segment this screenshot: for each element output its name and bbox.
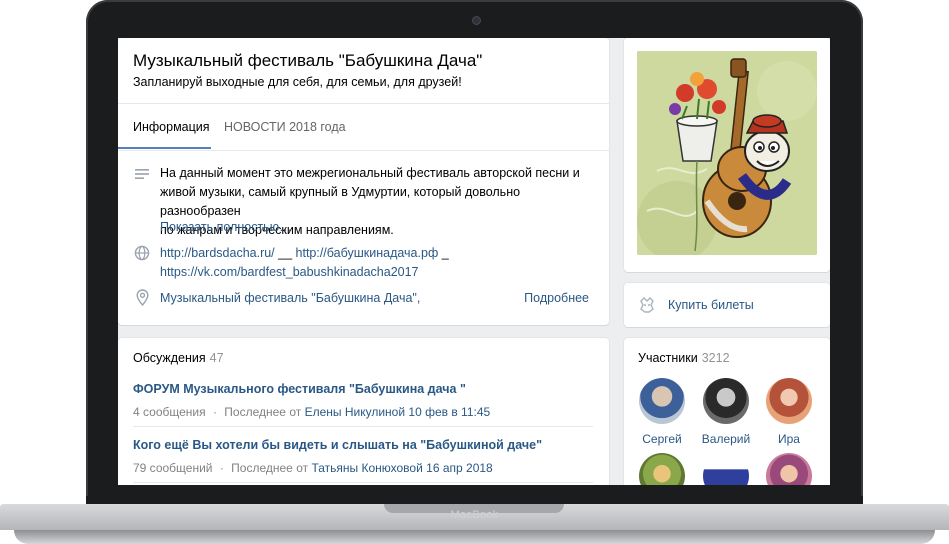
member-item[interactable]: [696, 453, 756, 485]
avatar: [766, 453, 812, 485]
avatar: [766, 378, 812, 424]
group-title: Музыкальный фестиваль "Бабушкина Дача": [133, 51, 483, 70]
last-post-prefix: Последнее от: [224, 405, 302, 419]
website-link-bardsdacha[interactable]: http://bardsdacha.ru/: [160, 246, 275, 260]
group-status: Запланируй выходные для себя, для семьи,…: [133, 75, 462, 89]
list-item: ФОРУМ Музыкального фестиваля "Бабушкина …: [133, 382, 593, 419]
website-links: http://bardsdacha.ru/ __ http://бабушкин…: [160, 244, 460, 282]
member-name: Ира: [778, 432, 800, 446]
avatar: [703, 378, 749, 424]
topic-title[interactable]: Кого ещё Вы хотели бы видеть и слышать н…: [133, 438, 593, 452]
members-card: Участники 3212 Сергей Валерий Ира: [624, 338, 830, 485]
vk-link[interactable]: https://vk.com/bardfest_babushkinadacha2…: [160, 265, 419, 279]
topic-posts-count: 4 сообщения: [133, 405, 206, 419]
meta-dot: ·: [219, 461, 224, 475]
topic-title[interactable]: ФОРУМ Музыкального фестиваля "Бабушкина …: [133, 382, 593, 396]
group-photo-illustration: [637, 51, 817, 255]
member-item[interactable]: Ира: [759, 378, 819, 446]
meta-dot: ·: [212, 405, 217, 419]
members-title: Участники: [638, 351, 698, 365]
discussions-card: Обсуждения 47 ФОРУМ Музыкального фестивал…: [118, 338, 609, 485]
location-link[interactable]: Музыкальный фестиваль "Бабушкина Дача",: [160, 291, 420, 305]
description-line: На данный момент это межрегиональный фес…: [160, 166, 580, 180]
member-name: Сергей: [642, 432, 682, 446]
discussions-count: 47: [209, 351, 224, 365]
show-more-link[interactable]: Показать полностью…: [160, 220, 292, 234]
discussions-title: Обсуждения: [133, 351, 206, 365]
group-photo[interactable]: [637, 51, 817, 255]
members-header[interactable]: Участники 3212: [638, 351, 730, 365]
laptop-base-bottom: [14, 530, 935, 544]
member-item[interactable]: [759, 453, 819, 485]
divider: [133, 482, 593, 483]
avatar: [703, 453, 749, 485]
last-post-date[interactable]: 16 апр 2018: [426, 461, 493, 475]
member-name: Валерий: [701, 432, 751, 446]
description-line: живой музыки, самый крупный в Удмуртии, …: [160, 185, 521, 218]
details-link[interactable]: Подробнее: [524, 291, 589, 305]
topic-posts-count: 79 сообщений: [133, 461, 213, 475]
last-post-date[interactable]: 10 фев в 11:45: [408, 405, 490, 419]
members-count: 3212: [701, 351, 730, 365]
member-item[interactable]: Валерий: [696, 378, 756, 446]
website-link-rf[interactable]: http://бабушкинадача.рф: [296, 246, 439, 260]
location-pin-icon: [136, 289, 149, 306]
list-item: Кого ещё Вы хотели бы видеть и слышать н…: [133, 438, 593, 475]
description-icon: [135, 169, 149, 179]
tab-news-2018[interactable]: НОВОСТИ 2018 года: [224, 120, 346, 134]
globe-icon: [134, 245, 150, 261]
buy-tickets-button[interactable]: Купить билеты: [668, 298, 754, 312]
group-photo-card: [624, 38, 830, 272]
member-item[interactable]: Сергей: [632, 378, 692, 446]
group-header-card: Музыкальный фестиваль "Бабушкина Дача" З…: [118, 38, 609, 325]
camera-icon: [472, 16, 481, 25]
ticket-icon: [640, 297, 654, 313]
active-tab-indicator: [118, 147, 211, 149]
divider: [133, 426, 593, 427]
tab-bar: Информация НОВОСТИ 2018 года: [118, 103, 609, 151]
discussions-header[interactable]: Обсуждения 47: [133, 351, 224, 365]
member-item[interactable]: [632, 453, 692, 485]
link-separator: __: [274, 246, 296, 260]
last-post-author[interactable]: Елены Никулиной: [305, 405, 405, 419]
screen: Музыкальный фестиваль "Бабушкина Дача" З…: [118, 38, 830, 485]
avatar: [639, 378, 685, 424]
avatar: [639, 453, 685, 485]
link-separator: _: [438, 246, 449, 260]
last-post-prefix: Последнее от: [231, 461, 309, 475]
laptop-brand-label: MacBook: [450, 509, 499, 521]
last-post-author[interactable]: Татьяны Конюховой: [311, 461, 422, 475]
buy-tickets-card[interactable]: Купить билеты: [624, 283, 830, 327]
tab-info[interactable]: Информация: [133, 120, 210, 134]
topic-meta: 4 сообщения · Последнее от Елены Никулин…: [133, 405, 593, 419]
topic-meta: 79 сообщений · Последнее от Татьяны Коню…: [133, 461, 593, 475]
